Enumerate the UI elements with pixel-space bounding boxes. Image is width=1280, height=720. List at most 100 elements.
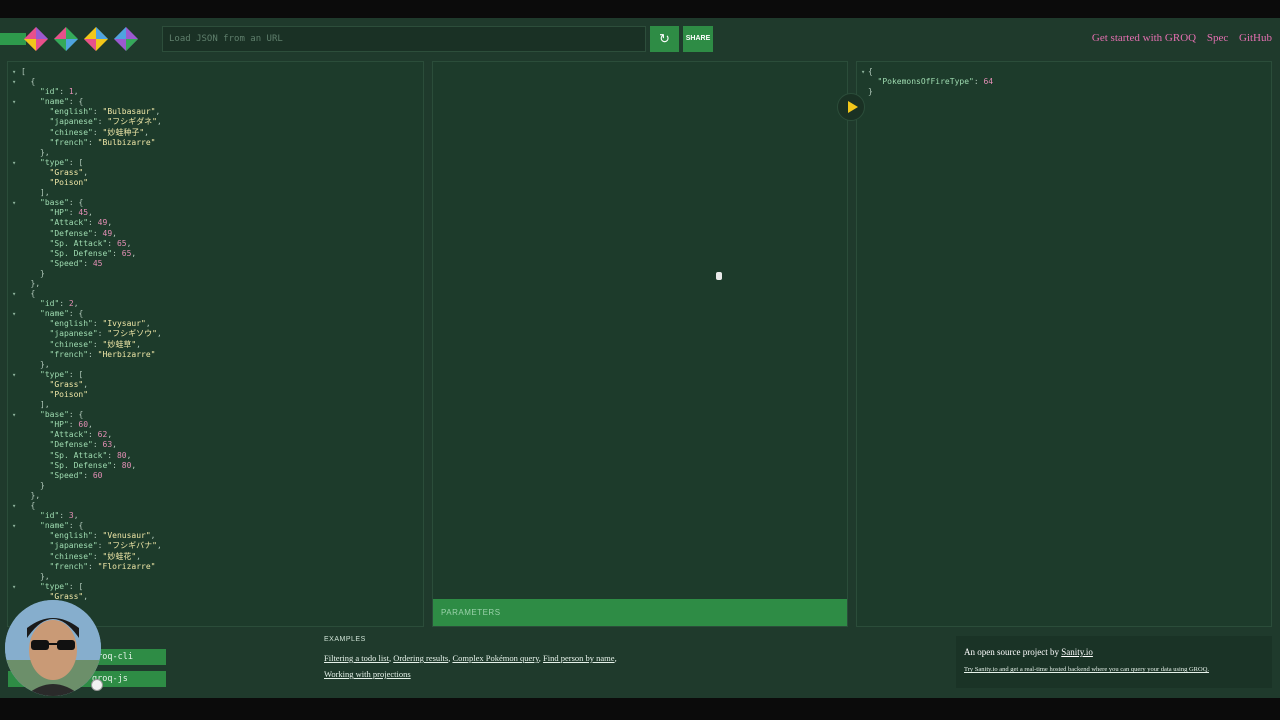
json-line: "japanese": "フシギバナ", xyxy=(8,541,423,551)
json-line: "Attack": 49, xyxy=(8,218,423,228)
json-line: "Grass", xyxy=(8,168,423,178)
webcam-overlay xyxy=(5,600,101,696)
json-line: ▾[ xyxy=(8,67,423,77)
collapse-toggle-icon[interactable]: ▾ xyxy=(12,309,16,319)
collapse-toggle-icon[interactable]: ▾ xyxy=(861,67,865,77)
json-line: ▾{ xyxy=(8,77,423,87)
json-token: "Florizarre" xyxy=(97,561,156,571)
json-token: : { xyxy=(68,309,84,319)
bottom-letterbox xyxy=(0,698,1280,720)
json-token: : xyxy=(92,551,103,561)
json-line: "HP": 45, xyxy=(8,208,423,218)
json-token: , xyxy=(126,450,132,460)
example-find-person[interactable]: Find person by name xyxy=(543,653,615,663)
json-token: "Grass" xyxy=(49,379,84,389)
json-token: "english" xyxy=(49,531,93,541)
json-token: "Speed" xyxy=(49,470,84,480)
json-line: ▾{ xyxy=(857,67,1271,77)
json-token: 80 xyxy=(116,450,127,460)
json-token: : xyxy=(112,460,122,470)
collapse-toggle-icon[interactable]: ▾ xyxy=(12,501,16,511)
json-token: 63 xyxy=(102,440,113,450)
json-token: { xyxy=(30,289,36,299)
result-panel: ▾{"PokemonsOfFireType": 64} xyxy=(856,61,1272,627)
json-token: "Defense" xyxy=(49,440,93,450)
json-token: 49 xyxy=(97,218,108,228)
collapse-toggle-icon[interactable]: ▾ xyxy=(12,97,16,107)
example-todo-list[interactable]: Filtering a todo list xyxy=(324,653,389,663)
json-token: "id" xyxy=(40,511,60,521)
collapse-toggle-icon[interactable]: ▾ xyxy=(12,289,16,299)
collapse-toggle-icon[interactable]: ▾ xyxy=(12,370,16,380)
json-line: }, xyxy=(8,360,423,370)
example-ordering[interactable]: Ordering results xyxy=(393,653,448,663)
json-token: : xyxy=(107,450,117,460)
run-query-button[interactable] xyxy=(837,93,865,121)
collapse-toggle-icon[interactable]: ▾ xyxy=(12,198,16,208)
json-token: "name" xyxy=(40,309,69,319)
json-token: : xyxy=(92,440,103,450)
json-token: "Bulbizarre" xyxy=(97,137,156,147)
json-token: "HP" xyxy=(49,208,69,218)
json-token: : xyxy=(88,218,98,228)
json-line: } xyxy=(8,269,423,279)
json-token: , xyxy=(73,511,79,521)
query-editor[interactable]: PARAMETERS xyxy=(432,61,848,627)
json-token: "type" xyxy=(40,369,69,379)
sanity-title: An open source project by Sanity.io xyxy=(964,647,1093,657)
collapse-toggle-icon[interactable]: ▾ xyxy=(12,67,16,77)
json-token: "Attack" xyxy=(49,218,89,228)
json-token: "フシギソウ" xyxy=(107,329,157,339)
example-projections[interactable]: Working with projections xyxy=(324,669,411,679)
example-pokemon[interactable]: Complex Pokémon query xyxy=(452,653,538,663)
json-token: 60 xyxy=(78,420,89,430)
collapse-toggle-icon[interactable]: ▾ xyxy=(12,77,16,87)
json-token: "Sp. Attack" xyxy=(49,238,108,248)
collapse-toggle-icon[interactable]: ▾ xyxy=(12,410,16,420)
json-token: "english" xyxy=(49,319,93,329)
json-token: : [ xyxy=(68,581,84,591)
json-line: "Defense": 49, xyxy=(8,229,423,239)
collapse-toggle-icon[interactable]: ▾ xyxy=(12,158,16,168)
json-line: } xyxy=(8,481,423,491)
json-line: ▾ "name": { xyxy=(8,309,423,319)
nav-github[interactable]: GitHub xyxy=(1239,32,1272,44)
sanity-link[interactable]: Sanity.io xyxy=(1061,647,1093,657)
json-token: : xyxy=(68,420,79,430)
collapse-toggle-icon[interactable]: ▾ xyxy=(12,521,16,531)
sanity-cta-link[interactable]: Try Sanity.io and get a real-time hosted… xyxy=(964,666,1209,673)
json-line: "chinese": "妙蛙种子", xyxy=(8,128,423,138)
json-token: , xyxy=(107,430,113,440)
json-line: ▾ "type": [ xyxy=(8,582,423,592)
share-button[interactable]: SHARE xyxy=(683,26,713,52)
json-line: "Defense": 63, xyxy=(8,440,423,450)
nav-spec[interactable]: Spec xyxy=(1207,32,1228,44)
logo-diamonds-icon xyxy=(24,27,138,51)
json-token: "chinese" xyxy=(49,127,93,137)
json-token: "フシギダネ" xyxy=(107,117,157,127)
json-token: : xyxy=(59,87,69,97)
json-token: : xyxy=(59,299,69,309)
footer: groq-cli groq-js EXAMPLES Filtering a to… xyxy=(0,628,1280,698)
json-token: , xyxy=(155,107,161,117)
json-token: : { xyxy=(68,198,84,208)
dataset-json-editor[interactable]: ▾[▾{"id": 1, ▾ "name": {"english": "Bulbas… xyxy=(7,61,424,627)
json-token: : xyxy=(88,561,98,571)
top-nav: Get started with GROQ Spec GitHub xyxy=(1084,32,1272,44)
json-token: : xyxy=(92,531,103,541)
dataset-json-code: ▾[▾{"id": 1, ▾ "name": {"english": "Bulbas… xyxy=(8,62,423,602)
json-token: "Attack" xyxy=(49,430,89,440)
json-token: { xyxy=(30,501,36,511)
reload-button[interactable]: ↻ xyxy=(650,26,679,52)
url-input[interactable] xyxy=(162,26,646,52)
collapse-toggle-icon[interactable]: ▾ xyxy=(12,582,16,592)
nav-get-started[interactable]: Get started with GROQ xyxy=(1092,32,1196,44)
json-token: , xyxy=(88,208,93,218)
json-token: : xyxy=(83,470,93,480)
json-token: : { xyxy=(68,97,84,107)
json-token: "Herbizarre" xyxy=(97,349,156,359)
json-token: "id" xyxy=(40,87,60,97)
groq-logo[interactable] xyxy=(0,26,145,52)
parameters-bar[interactable]: PARAMETERS xyxy=(433,599,847,626)
json-token: "japanese" xyxy=(49,117,98,127)
